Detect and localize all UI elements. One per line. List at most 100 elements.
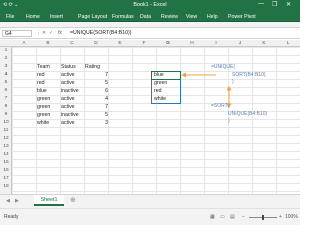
cell-team[interactable]: blue [37, 87, 47, 95]
zoom-slider-thumb[interactable] [262, 215, 264, 220]
cancel-icon[interactable]: ✕ [42, 30, 46, 36]
cell-status[interactable]: inactive [61, 87, 79, 95]
worksheet-grid[interactable] [12, 47, 300, 194]
status-bar: Ready ▦ ▭ ▤ − + 100% [0, 208, 300, 225]
cell-status[interactable]: active [61, 71, 75, 79]
cell-rating[interactable]: 4 [84, 95, 108, 103]
sheet-tab-bar: ◀ ▶ Sheet1 ⊕ [0, 194, 300, 208]
column-header[interactable]: A [12, 41, 36, 46]
normal-view-icon[interactable]: ▦ [210, 214, 215, 220]
row-header[interactable]: 12 [0, 136, 12, 141]
row-header[interactable]: 16 [0, 168, 12, 173]
row-header[interactable]: 15 [0, 160, 12, 165]
next-sheet-icon[interactable]: ▶ [15, 198, 19, 204]
restore-button[interactable]: ❐ [272, 1, 277, 8]
prev-sheet-icon[interactable]: ◀ [6, 198, 10, 204]
row-header[interactable]: 9 [0, 112, 12, 117]
cell-team[interactable]: green [37, 95, 50, 103]
header-team[interactable]: Team [37, 63, 50, 71]
tab-power-pivot[interactable]: Power Pivot [228, 14, 256, 20]
zoom-level[interactable]: 100% [285, 214, 298, 220]
row-header[interactable]: 14 [0, 152, 12, 157]
row-header[interactable]: 5 [0, 80, 12, 85]
add-sheet-icon[interactable]: ⊕ [70, 196, 76, 204]
close-button[interactable]: ✕ [286, 1, 291, 8]
column-header[interactable]: B [36, 41, 60, 46]
column-header[interactable]: L [276, 41, 300, 46]
column-header[interactable]: J [228, 41, 252, 46]
cell-rating[interactable]: 7 [84, 103, 108, 111]
row-header[interactable]: 13 [0, 144, 12, 149]
insert-function-icon[interactable]: fx [58, 30, 62, 36]
tab-review[interactable]: Review [161, 14, 178, 20]
tab-home[interactable]: Home [26, 14, 40, 20]
page-break-view-icon[interactable]: ▤ [230, 214, 235, 220]
formula-bar-separator-icon: ⋮ [36, 30, 41, 36]
tab-formulas[interactable]: Formulas [112, 14, 134, 20]
row-header[interactable]: 3 [0, 64, 12, 69]
formula-bar: G4 ⋮ ✕ ✓ fx =UNIQUE(SORT(B4:B10)) [0, 28, 300, 39]
column-header[interactable]: F [132, 41, 156, 46]
tab-view[interactable]: View [186, 14, 197, 20]
row-header[interactable]: 11 [0, 128, 12, 133]
annotation-sort-open: =SORT( [211, 103, 230, 109]
cell-status[interactable]: inactive [61, 111, 79, 119]
cell-status[interactable]: active [61, 119, 75, 127]
name-box[interactable]: G4 [2, 30, 32, 37]
row-header[interactable]: 2 [0, 56, 12, 61]
zoom-out-icon[interactable]: − [242, 214, 245, 220]
cell-status[interactable]: active [61, 79, 75, 87]
cell-status[interactable]: active [61, 95, 75, 103]
annotation-close: ) [228, 118, 230, 124]
annotation-close: ) [232, 79, 234, 85]
cell-rating[interactable]: 6 [84, 87, 108, 95]
spill-value[interactable]: blue [154, 71, 164, 79]
row-header[interactable]: 10 [0, 120, 12, 125]
tab-page-layout[interactable]: Page Layout [78, 14, 107, 20]
tab-data[interactable]: Data [140, 14, 151, 20]
tab-insert[interactable]: Insert [50, 14, 63, 20]
zoom-in-icon[interactable]: + [279, 214, 282, 220]
cell-status[interactable]: active [61, 103, 75, 111]
header-status[interactable]: Status [61, 63, 76, 71]
window-title: Book1 - Excel [133, 2, 167, 8]
cell-rating[interactable]: 5 [84, 79, 108, 87]
cell-team[interactable]: white [37, 119, 49, 127]
row-header[interactable]: 6 [0, 88, 12, 93]
header-rating[interactable]: Rating [85, 63, 100, 71]
column-header[interactable]: K [252, 41, 276, 46]
cell-rating[interactable]: 3 [84, 119, 108, 127]
cell-team[interactable]: red [37, 79, 45, 87]
column-header-selected[interactable]: G [156, 41, 180, 46]
row-header[interactable]: 17 [0, 176, 12, 181]
spill-value[interactable]: red [154, 87, 162, 95]
row-header[interactable]: 8 [0, 104, 12, 109]
cell-team[interactable]: red [37, 71, 45, 79]
tab-help[interactable]: Help [207, 14, 218, 20]
title-bar: ⟲ ⟳ ⌄ Book1 - Excel — ❐ ✕ [0, 0, 300, 11]
cell-team[interactable]: green [37, 103, 50, 111]
cell-team[interactable]: green [37, 111, 50, 119]
spill-value[interactable]: white [154, 95, 166, 103]
row-header[interactable]: 1 [0, 48, 12, 53]
column-header[interactable]: C [60, 41, 84, 46]
enter-icon[interactable]: ✓ [49, 30, 53, 36]
column-header[interactable]: H [180, 41, 204, 46]
annotation-sort-range: SORT(B4:B10) [232, 72, 266, 78]
row-header[interactable]: 7 [0, 96, 12, 101]
tab-file[interactable]: File [6, 14, 14, 20]
minimize-button[interactable]: — [258, 1, 264, 7]
spill-value[interactable]: green [154, 79, 167, 87]
ribbon-tabs: File Home Insert Page Layout Formulas Da… [0, 11, 300, 22]
row-header[interactable]: 18 [0, 184, 12, 189]
sheet-tab-sheet1[interactable]: Sheet1 [34, 195, 64, 206]
column-header[interactable]: E [108, 41, 132, 46]
column-header[interactable]: I [204, 41, 228, 46]
row-header-selected[interactable]: 4 [0, 72, 12, 77]
cell-rating[interactable]: 5 [84, 111, 108, 119]
formula-input[interactable]: =UNIQUE(SORT(B4:B10)) [70, 30, 131, 36]
status-ready: Ready [4, 214, 19, 220]
column-header[interactable]: D [84, 41, 108, 46]
page-layout-view-icon[interactable]: ▭ [220, 214, 225, 220]
cell-rating[interactable]: 7 [84, 71, 108, 79]
